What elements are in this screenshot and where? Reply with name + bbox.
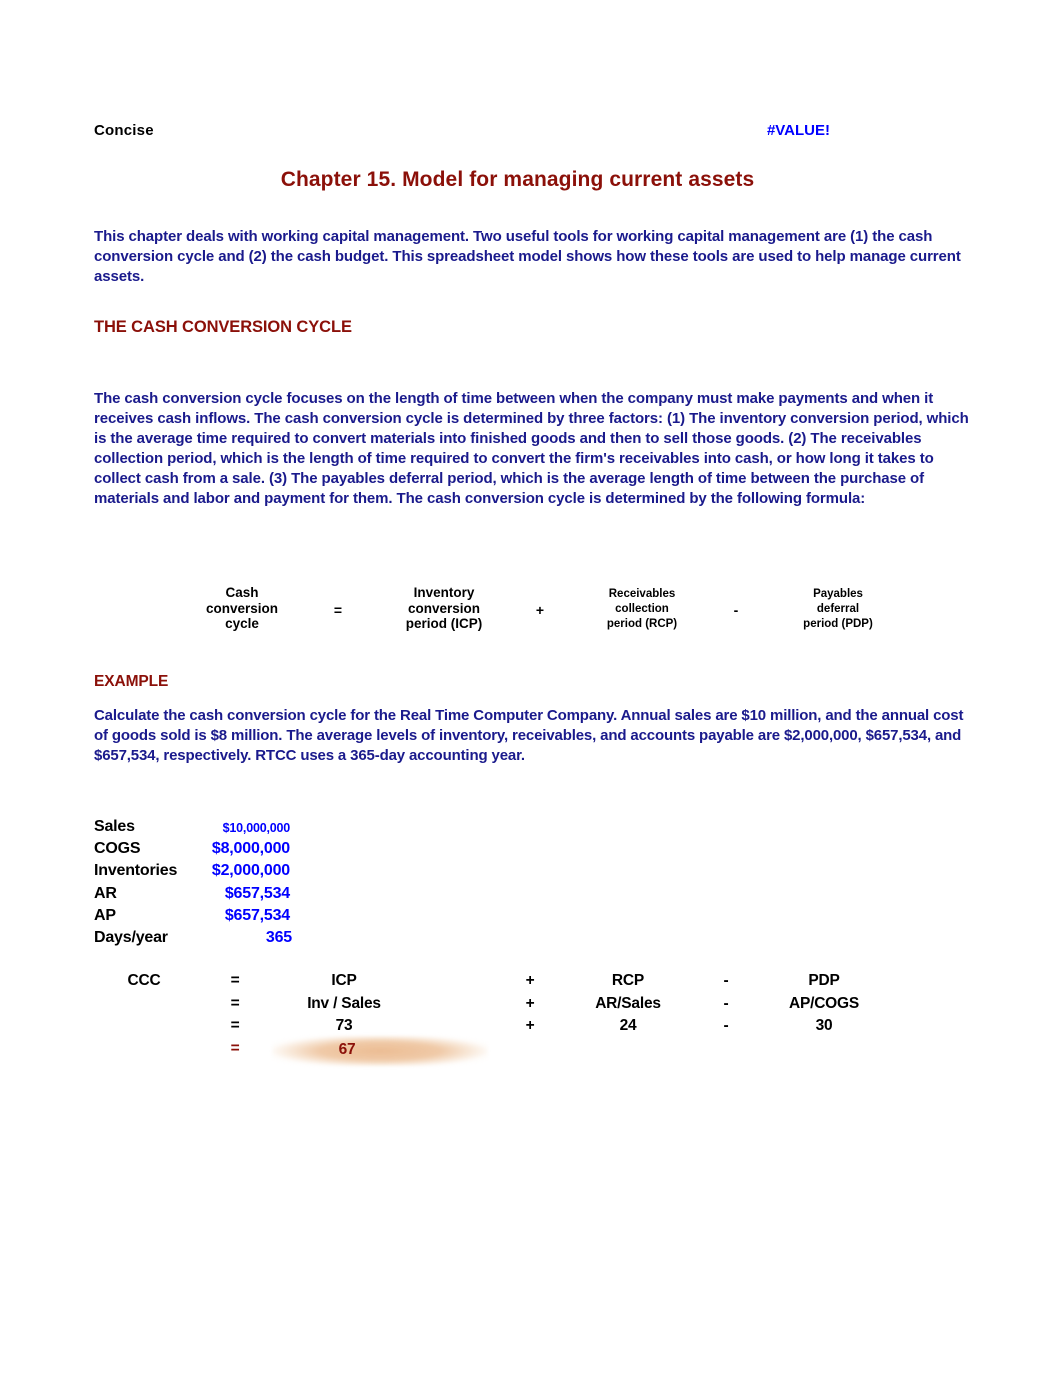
formula-term3-line3: period (RCP) [606,618,678,630]
input-value-ap[interactable]: $657,534 [94,907,290,925]
formula-term1-line3: cycle [225,616,259,631]
formula-term2-line2: conversion [407,600,481,616]
formula-plus-operator: + [535,602,545,618]
calc-rcp-header: RCP [611,972,645,989]
formula-minus-operator: - [733,602,739,618]
formula-term-cash-conversion-cycle: Cash conversion cycle [172,585,312,632]
table-row: Days/year 365 [94,929,394,951]
page-title: Chapter 15. Model for managing current a… [280,168,755,191]
formula-term3-line1: Receivables [608,588,676,600]
formula-term4-line1: Payables [813,588,863,600]
formula-term-receivables-collection-period: Receivables collection period (RCP) [562,587,722,632]
formula-term1-line1: Cash [225,585,259,600]
calc-rcp-formula: AR/Sales [595,994,661,1012]
section-heading-cash-conversion-cycle: THE CASH CONVERSION CYCLE [94,318,352,336]
formula-term2-line1: Inventory [413,585,475,600]
formula-equals-operator: = [333,602,343,618]
formula-term4-line3: period (PDP) [803,618,873,630]
inputs-table: Sales $10,000,000 COGS $8,000,000 Invent… [94,818,394,951]
ccc-result-cell: 67 [272,1035,488,1066]
calc-icp-header: ICP [331,972,357,989]
calc-icp-value: 73 [335,1017,353,1034]
table-row: = Inv / Sales + AR/Sales - AP/COGS [94,994,860,1018]
input-value-days-per-year[interactable]: 365 [94,929,292,947]
table-row: COGS $8,000,000 [94,840,394,862]
section-heading-example: EXAMPLE [94,673,169,690]
intro-paragraph: This chapter deals with working capital … [94,228,961,286]
calc-pdp-formula: AP/COGS [788,994,860,1012]
cash-conversion-cycle-paragraph: The cash conversion cycle focuses on the… [94,390,969,508]
calc-equals-2: = [230,994,240,1012]
calc-icp-formula: Inv / Sales [307,994,381,1012]
formula-term4-line2: deferral [816,603,860,615]
calc-equals-1: = [230,972,240,989]
ccc-result-value: 67 [338,1040,356,1058]
ccc-calculation-table: CCC = ICP + RCP - PDP = Inv / Sales + AR… [94,972,860,1066]
table-row: Sales $10,000,000 [94,818,394,840]
value-error-cell: #VALUE! [766,122,830,139]
input-value-ar[interactable]: $657,534 [94,885,290,903]
input-value-sales[interactable]: $10,000,000 [94,821,291,835]
formula-term-inventory-conversion-period: Inventory conversion period (ICP) [364,585,524,632]
calc-equals-result: = [230,1039,240,1057]
formula-term1-line2: conversion [205,600,279,616]
input-value-cogs[interactable]: $8,000,000 [94,840,290,858]
calc-rcp-value: 24 [619,1017,637,1034]
calc-equals-3: = [230,1017,240,1034]
formula-term-payables-deferral-period: Payables deferral period (PDP) [758,587,918,632]
input-value-inventories[interactable]: $2,000,000 [94,862,290,880]
formula-term2-line3: period (ICP) [405,616,483,631]
table-row: CCC = ICP + RCP - PDP [94,972,840,995]
header-row: Concise #VALUE! [94,122,974,146]
document-page: Concise #VALUE! Chapter 15. Model for ma… [0,0,1062,1377]
example-paragraph: Calculate the cash conversion cycle for … [94,707,964,765]
table-row-result: = 67 [94,1035,814,1066]
calc-pdp-header: PDP [808,972,840,989]
table-row: AR $657,534 [94,885,394,907]
table-row: Inventories $2,000,000 [94,862,394,884]
table-row: AP $657,534 [94,907,394,929]
formula-term3-line2: collection [615,603,669,615]
cash-conversion-cycle-formula: Cash conversion cycle = Inventory conver… [150,582,950,642]
calc-pdp-value: 30 [815,1017,833,1034]
calc-row-label-ccc: CCC [127,972,161,989]
